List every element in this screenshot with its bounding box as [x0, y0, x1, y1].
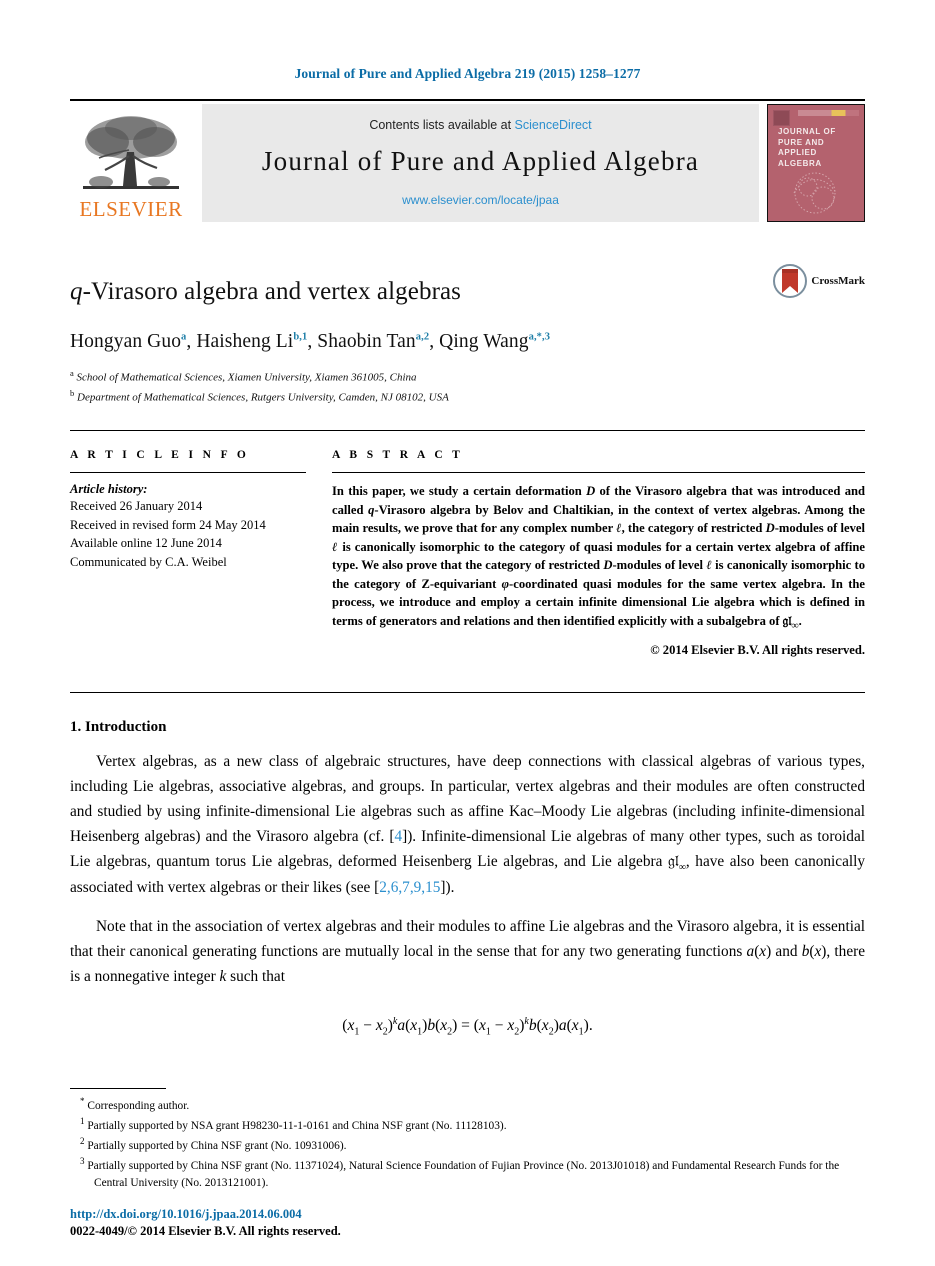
section-heading-introduction: 1. Introduction	[70, 719, 167, 736]
display-equation-1: (x1 − x2)ka(x1)b(x2) = (x1 − x2)kb(x2)a(…	[342, 1015, 593, 1038]
crossmark-label: CrossMark	[811, 275, 865, 287]
article-info-heading: A R T I C L E I N F O	[70, 449, 250, 462]
abstract-divider	[332, 472, 865, 474]
masthead-top-rule	[70, 99, 865, 101]
article-history-item: Available online 12 June 2014	[70, 536, 222, 551]
footnote-marker: 3	[80, 1155, 85, 1166]
footnote-rule	[70, 1088, 166, 1090]
elsevier-wordmark: ELSEVIER	[79, 197, 183, 221]
affiliation-marker: b	[70, 387, 75, 398]
issn-copyright-line: 0022-4049/© 2014 Elsevier B.V. All right…	[70, 1224, 341, 1238]
masthead-center: Contents lists available at ScienceDirec…	[202, 104, 759, 222]
affiliation-list: a School of Mathematical Sciences, Xiame…	[70, 367, 865, 406]
article-history-item: Received 26 January 2014	[70, 499, 203, 514]
title-italic-q: q	[70, 278, 83, 305]
footnote-marker: 2	[80, 1136, 85, 1147]
footnote-list: * Corresponding author. 1 Partially suppo…	[70, 1095, 865, 1192]
cover-publisher-mark-icon	[773, 110, 790, 126]
sciencedirect-link[interactable]: ScienceDirect	[515, 118, 592, 132]
abstract-column: A B S T R A C T In this paper, we study …	[332, 449, 865, 658]
contents-available-line: Contents lists available at ScienceDirec…	[369, 118, 591, 132]
article-history-list: Received 26 January 2014 Received in revi…	[70, 497, 306, 571]
article-page: Journal of Pure and Applied Algebra 219 …	[0, 0, 935, 1266]
info-section-rule	[70, 430, 865, 432]
affiliation-marker: a	[70, 368, 74, 378]
info-and-abstract: A R T I C L E I N F O Article history: R…	[70, 449, 865, 658]
journal-cover-thumbnail[interactable]: JOURNAL OF PURE AND APPLIED ALGEBRA	[767, 104, 865, 222]
doi-link[interactable]: http://dx.doi.org/10.1016/j.jpaa.2014.06…	[70, 1207, 341, 1222]
intro-paragraph-1: Vertex algebras, as a new class of algeb…	[70, 753, 866, 897]
footnote-marker: *	[80, 1096, 85, 1107]
footnote-item: * Corresponding author.	[80, 1096, 190, 1113]
affiliation-item: b Department of Mathematical Sciences, R…	[70, 387, 449, 404]
footnote-marker: 1	[80, 1116, 85, 1127]
contents-prefix: Contents lists available at	[369, 117, 515, 132]
title-block: CrossMark q-Virasoro algebra and vertex …	[70, 264, 865, 406]
article-history-item: Communicated by C.A. Weibel	[70, 554, 227, 569]
footnote-item: 3 Partially supported by China NSF grant…	[80, 1155, 840, 1189]
page-title: q-Virasoro algebra and vertex algebras	[70, 278, 865, 306]
footnote-item: 1 Partially supported by NSA grant H9823…	[80, 1116, 507, 1132]
abstract-text: In this paper, we study a certain deform…	[332, 484, 866, 632]
article-info-divider	[70, 472, 306, 474]
elsevier-logo[interactable]: ELSEVIER	[70, 104, 192, 222]
footnote-area: * Corresponding author. 1 Partially suppo…	[70, 1088, 865, 1192]
cover-artwork-icon	[793, 172, 837, 214]
article-history-label: Article history:	[70, 482, 148, 497]
crossmark-icon	[773, 264, 808, 298]
journal-title: Journal of Pure and Applied Algebra	[261, 145, 700, 176]
abstract-copyright: © 2014 Elsevier B.V. All rights reserved…	[650, 643, 865, 658]
footnote-item: 2 Partially supported by China NSF grant…	[80, 1136, 347, 1152]
article-info-column: A R T I C L E I N F O Article history: R…	[70, 449, 306, 658]
journal-homepage-link[interactable]: www.elsevier.com/locate/jpaa	[402, 193, 559, 207]
abstract-bottom-rule	[70, 692, 865, 694]
cover-color-bar	[798, 110, 859, 116]
title-rest: -Virasoro algebra and vertex algebras	[82, 278, 462, 305]
author-list: Hongyan Guoa, Haisheng Lib,1, Shaobin Ta…	[70, 331, 551, 352]
elsevier-tree-icon	[83, 116, 179, 189]
intro-paragraph-2: Note that in the association of vertex a…	[70, 918, 865, 985]
cover-journal-title: JOURNAL OF PURE AND APPLIED ALGEBRA	[778, 127, 836, 168]
footer-block: http://dx.doi.org/10.1016/j.jpaa.2014.06…	[70, 1207, 341, 1240]
journal-masthead: ELSEVIER Contents lists available at Sci…	[70, 104, 865, 222]
running-head: Journal of Pure and Applied Algebra 219 …	[294, 66, 641, 81]
article-history-item: Received in revised form 24 May 2014	[70, 517, 266, 532]
affiliation-item: a School of Mathematical Sciences, Xiame…	[70, 368, 417, 384]
abstract-heading: A B S T R A C T	[332, 449, 464, 462]
crossmark-badge[interactable]: CrossMark	[773, 264, 865, 298]
